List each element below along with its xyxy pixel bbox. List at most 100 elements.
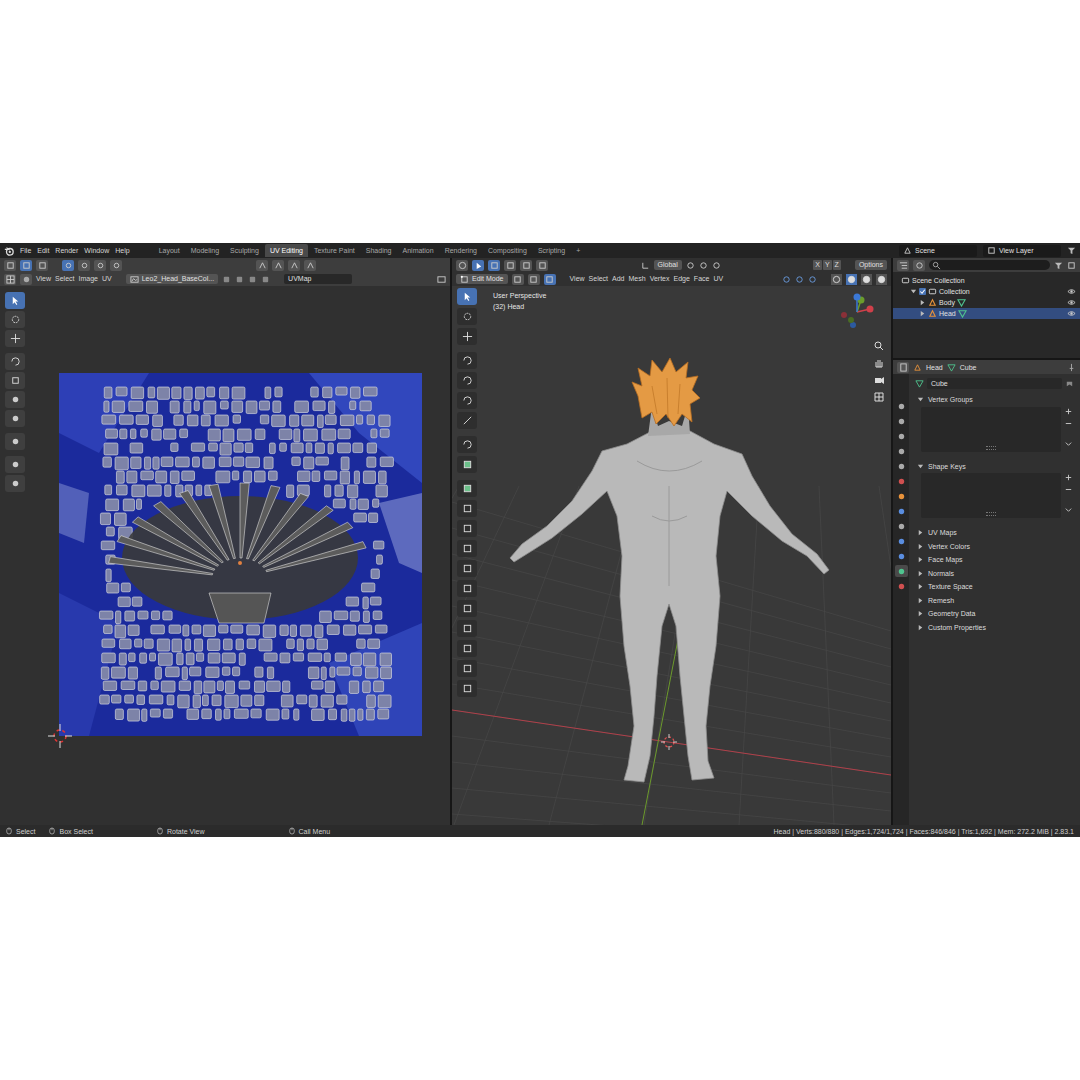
eye-icon[interactable] <box>1067 298 1076 307</box>
smooth-tool[interactable] <box>457 600 477 617</box>
shading-mode-button[interactable] <box>861 274 872 285</box>
collection-checkbox[interactable] <box>919 288 926 295</box>
knife-tool[interactable] <box>457 540 477 557</box>
panel-header[interactable]: Geometry Data <box>915 607 1074 621</box>
transform-tool[interactable] <box>457 392 477 409</box>
object-tab[interactable] <box>895 490 908 502</box>
rip-tool[interactable] <box>5 433 25 450</box>
list-box[interactable] <box>921 473 1061 518</box>
menu-item[interactable]: Vertex <box>650 273 670 285</box>
header-button[interactable] <box>4 260 16 271</box>
relax-tool[interactable] <box>5 475 25 492</box>
cursor-tool[interactable] <box>5 311 25 328</box>
expanded-arrow-icon[interactable] <box>910 288 917 295</box>
display-icon[interactable] <box>437 275 446 284</box>
mirror-axis-toggle[interactable]: X <box>813 260 822 270</box>
constraints-tab[interactable] <box>895 550 908 562</box>
mesh-name-field[interactable]: Cube <box>927 378 1062 389</box>
overlay-icon[interactable] <box>795 275 804 284</box>
menu-item[interactable]: View <box>570 273 585 285</box>
inset-tool[interactable] <box>457 480 477 497</box>
shading-mode-button[interactable] <box>831 274 842 285</box>
transform-tool[interactable] <box>5 391 25 408</box>
select-tool[interactable] <box>5 292 25 309</box>
workspace-tab[interactable]: Modeling <box>186 244 224 257</box>
header-button[interactable] <box>20 260 32 271</box>
menu-arrow-icon[interactable] <box>1064 505 1073 514</box>
grab-tool[interactable] <box>5 456 25 473</box>
workspace-tab[interactable]: Texture Paint <box>309 244 360 257</box>
image-action-icon[interactable] <box>248 275 257 284</box>
display-mode-button[interactable] <box>913 260 925 271</box>
add-workspace-button[interactable]: + <box>571 244 585 257</box>
collapsed-arrow-icon[interactable] <box>919 310 926 317</box>
menu-item[interactable]: File <box>20 245 31 257</box>
pin-icon[interactable] <box>1067 363 1076 372</box>
blender-logo-icon[interactable] <box>4 246 14 256</box>
outliner-row[interactable]: Head <box>893 308 1080 319</box>
view-mode-button[interactable] <box>20 274 32 285</box>
outliner-search[interactable] <box>929 260 1050 270</box>
select-mode-button[interactable] <box>78 260 90 271</box>
outliner-row[interactable]: Collection <box>893 286 1080 297</box>
menu-item[interactable]: Image <box>79 273 98 285</box>
loop-cut-tool[interactable] <box>457 520 477 537</box>
rotate-tool[interactable] <box>5 353 25 370</box>
add-icon[interactable] <box>1064 407 1073 416</box>
menu-item[interactable]: Edge <box>674 273 690 285</box>
image-action-icon[interactable] <box>261 275 270 284</box>
extrude-tool[interactable] <box>457 456 477 473</box>
panel-header[interactable]: Vertex Colors <box>915 540 1074 554</box>
shading-mode-button[interactable] <box>846 274 857 285</box>
character-mesh[interactable] <box>510 406 829 782</box>
scale-tool[interactable] <box>5 372 25 389</box>
workspace-tab[interactable]: UV Editing <box>265 244 308 257</box>
panel-header[interactable]: Face Maps <box>915 553 1074 567</box>
menu-item[interactable]: UV <box>713 273 723 285</box>
scene-selector[interactable]: Scene <box>899 245 977 257</box>
hair-mesh[interactable] <box>632 358 700 426</box>
select-mode-button[interactable] <box>62 260 74 271</box>
mode-selector[interactable]: Edit Mode <box>456 274 508 284</box>
shrink-tool[interactable] <box>457 640 477 657</box>
grid-icon[interactable] <box>873 391 885 403</box>
menu-arrow-icon[interactable] <box>1064 439 1073 448</box>
poly-build-tool[interactable] <box>457 560 477 577</box>
2d-cursor-icon[interactable] <box>46 722 74 750</box>
data-tab[interactable] <box>895 565 908 577</box>
edge-slide-tool[interactable] <box>457 620 477 637</box>
header-button[interactable] <box>36 260 48 271</box>
select-tool[interactable] <box>457 288 477 305</box>
modifier-tab[interactable] <box>895 505 908 517</box>
fake-user-icon[interactable] <box>1065 379 1074 388</box>
select-mode-button[interactable] <box>94 260 106 271</box>
material-tab[interactable] <box>895 580 908 592</box>
eye-icon[interactable] <box>1067 309 1076 318</box>
shear-tool[interactable] <box>457 660 477 677</box>
image-selector[interactable]: Leo2_Head_BaseCol... <box>126 274 218 284</box>
workspace-tab[interactable]: Rendering <box>440 244 482 257</box>
panel-header[interactable]: Custom Properties <box>915 621 1074 635</box>
workspace-tab[interactable]: Compositing <box>483 244 532 257</box>
select-mode-button[interactable] <box>110 260 122 271</box>
physics-tab[interactable] <box>895 535 908 547</box>
new-collection-icon[interactable] <box>1067 261 1076 270</box>
image-action-icon[interactable] <box>235 275 244 284</box>
workspace-tab[interactable]: Scripting <box>533 244 570 257</box>
menu-item[interactable]: Add <box>612 273 624 285</box>
image-action-icon[interactable] <box>222 275 231 284</box>
menu-item[interactable]: Help <box>115 245 129 257</box>
filter-icon[interactable] <box>1067 246 1076 255</box>
rotate-tool[interactable] <box>457 352 477 369</box>
list-box[interactable] <box>921 407 1061 452</box>
mirror-axis-toggle[interactable]: Y <box>823 260 832 270</box>
snap-button[interactable] <box>288 260 300 271</box>
select-mode-button[interactable] <box>488 260 500 271</box>
remove-icon[interactable] <box>1064 485 1073 494</box>
output-tab[interactable] <box>895 430 908 442</box>
workspace-tab[interactable]: Animation <box>398 244 439 257</box>
panel-header[interactable]: Vertex Groups <box>915 393 1074 407</box>
workspace-tab[interactable]: Layout <box>154 244 185 257</box>
scale-tool[interactable] <box>457 372 477 389</box>
panel-header[interactable]: Remesh <box>915 594 1074 608</box>
